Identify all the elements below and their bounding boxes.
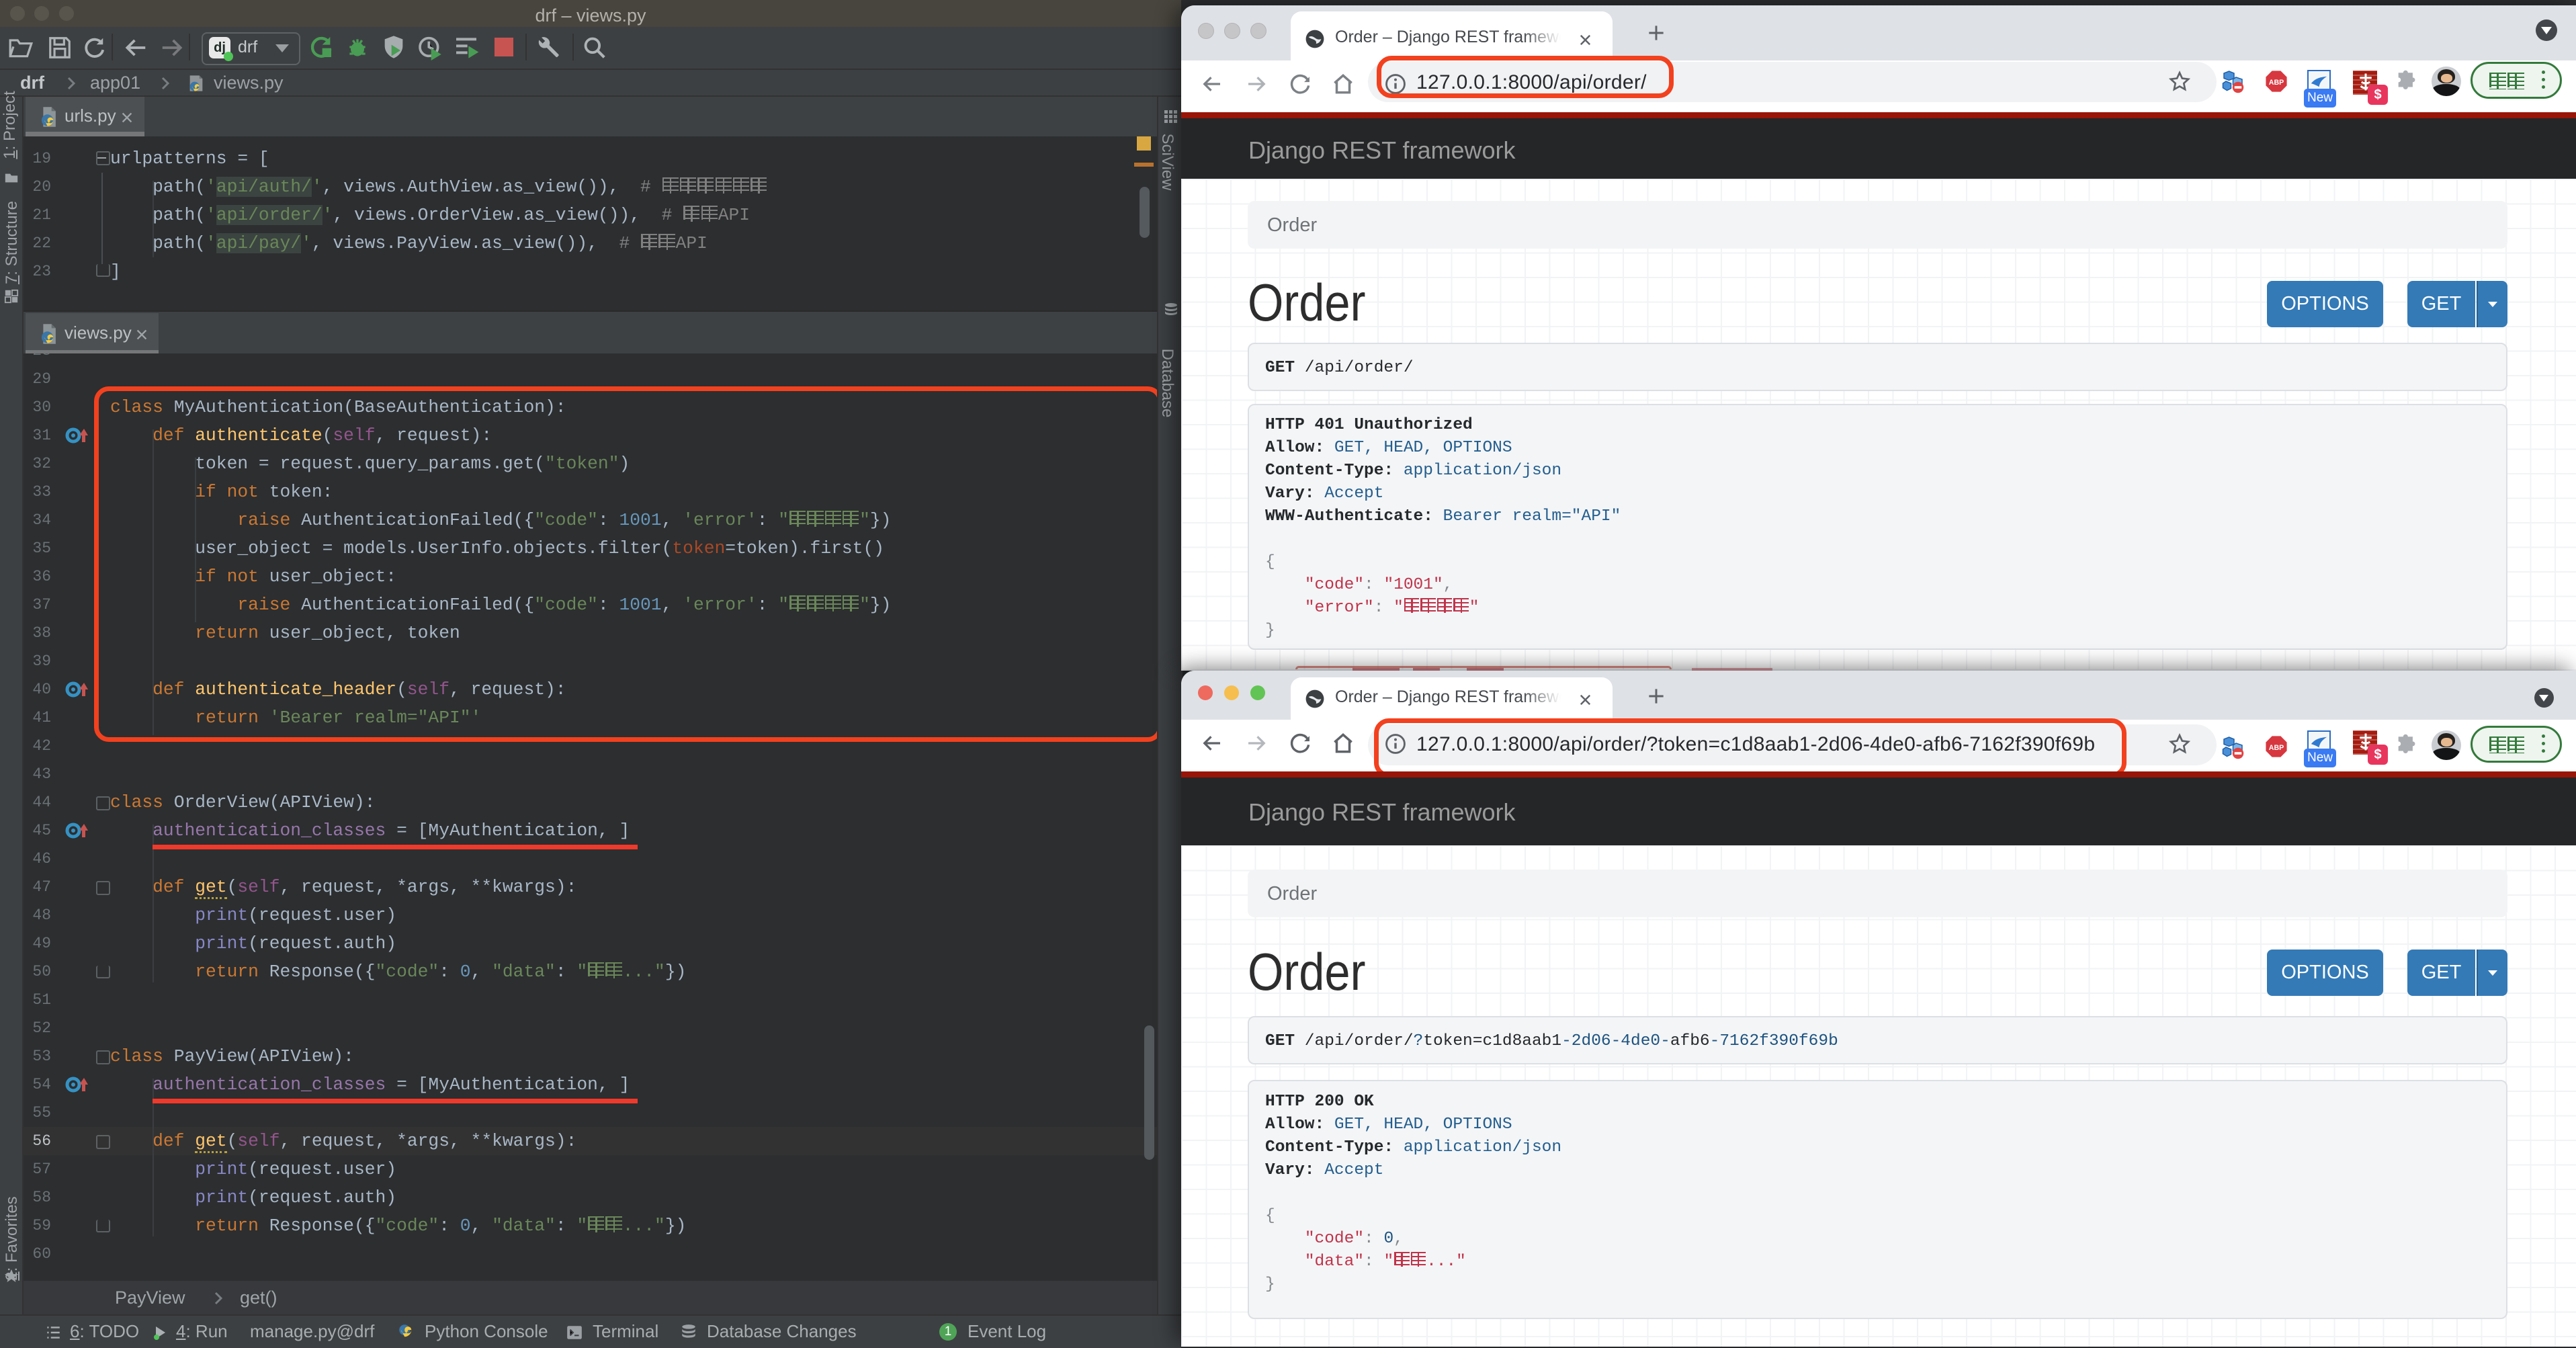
svg-text:ABP: ABP: [2269, 79, 2284, 87]
svg-text:ABP: ABP: [2269, 744, 2284, 752]
